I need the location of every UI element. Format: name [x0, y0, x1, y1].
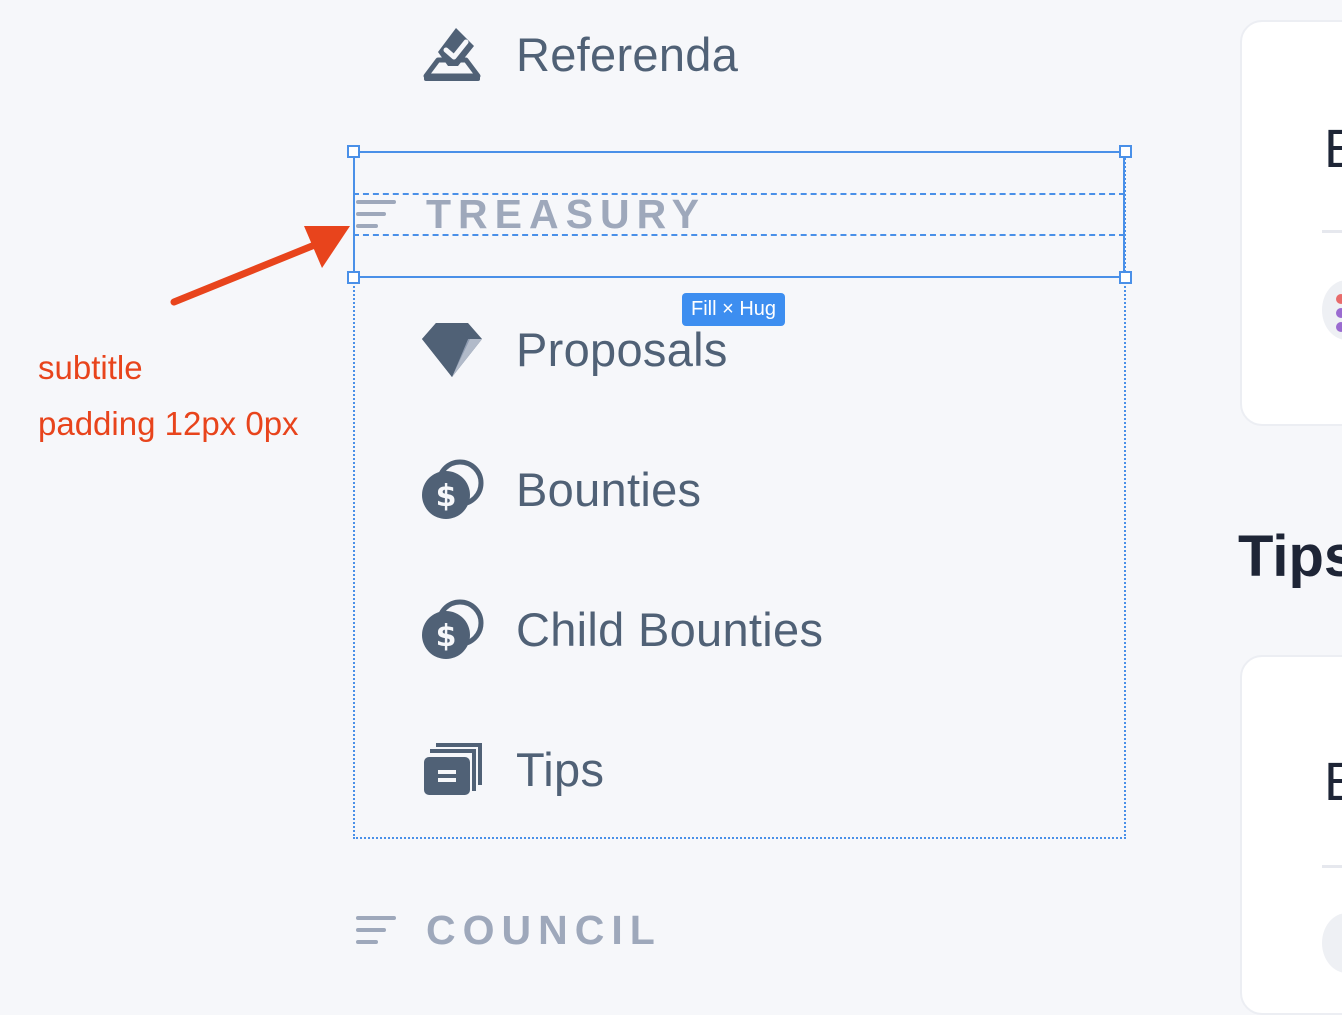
avatar: [1322, 280, 1342, 340]
nav-item-label: Bounties: [516, 462, 702, 516]
card-title: E: [1324, 751, 1342, 813]
nav-item-label: Tips: [516, 742, 605, 796]
annotation-arrow: [170, 226, 350, 306]
subtitle-label: COUNCIL: [426, 906, 662, 953]
nav-item-proposals[interactable]: Proposals: [418, 314, 728, 384]
avatar: [1322, 913, 1342, 973]
nav-item-child-bounties[interactable]: $ Child Bounties: [418, 594, 823, 664]
subtitle-label: TREASURY: [426, 190, 706, 237]
tips-cards-icon: [418, 735, 486, 803]
svg-text:$: $: [436, 479, 457, 514]
resize-handle-bottom-right[interactable]: [1119, 271, 1132, 284]
annotation-line-1: subtitle: [38, 349, 143, 386]
nav-item-label: Referenda: [516, 27, 739, 81]
subtitle-council[interactable]: COUNCIL: [354, 906, 662, 953]
nav-item-referenda[interactable]: Referenda: [418, 19, 738, 89]
vote-icon: [418, 20, 486, 88]
card-title: E: [1324, 118, 1342, 180]
subtitle-treasury[interactable]: TREASURY: [354, 190, 706, 237]
card-top[interactable]: E: [1240, 20, 1342, 426]
card-divider: [1322, 230, 1342, 233]
diamond-icon: [418, 315, 486, 383]
nav-item-label: Proposals: [516, 322, 728, 376]
collapse-lines-icon: [354, 908, 398, 952]
coins-icon: $: [418, 455, 486, 523]
nav-item-label: Child Bounties: [516, 602, 824, 656]
coins-icon: $: [418, 595, 486, 663]
card-divider: [1322, 865, 1342, 868]
card-bottom[interactable]: E: [1240, 655, 1342, 1015]
resize-handle-top-right[interactable]: [1119, 145, 1132, 158]
svg-text:$: $: [436, 619, 457, 654]
section-heading-tips: Tips: [1238, 524, 1342, 589]
nav-item-tips[interactable]: Tips: [418, 734, 604, 804]
annotation-line-2: padding 12px 0px: [38, 405, 299, 442]
nav-item-bounties[interactable]: $ Bounties: [418, 454, 701, 524]
annotation-note: subtitle padding 12px 0px: [38, 340, 299, 452]
